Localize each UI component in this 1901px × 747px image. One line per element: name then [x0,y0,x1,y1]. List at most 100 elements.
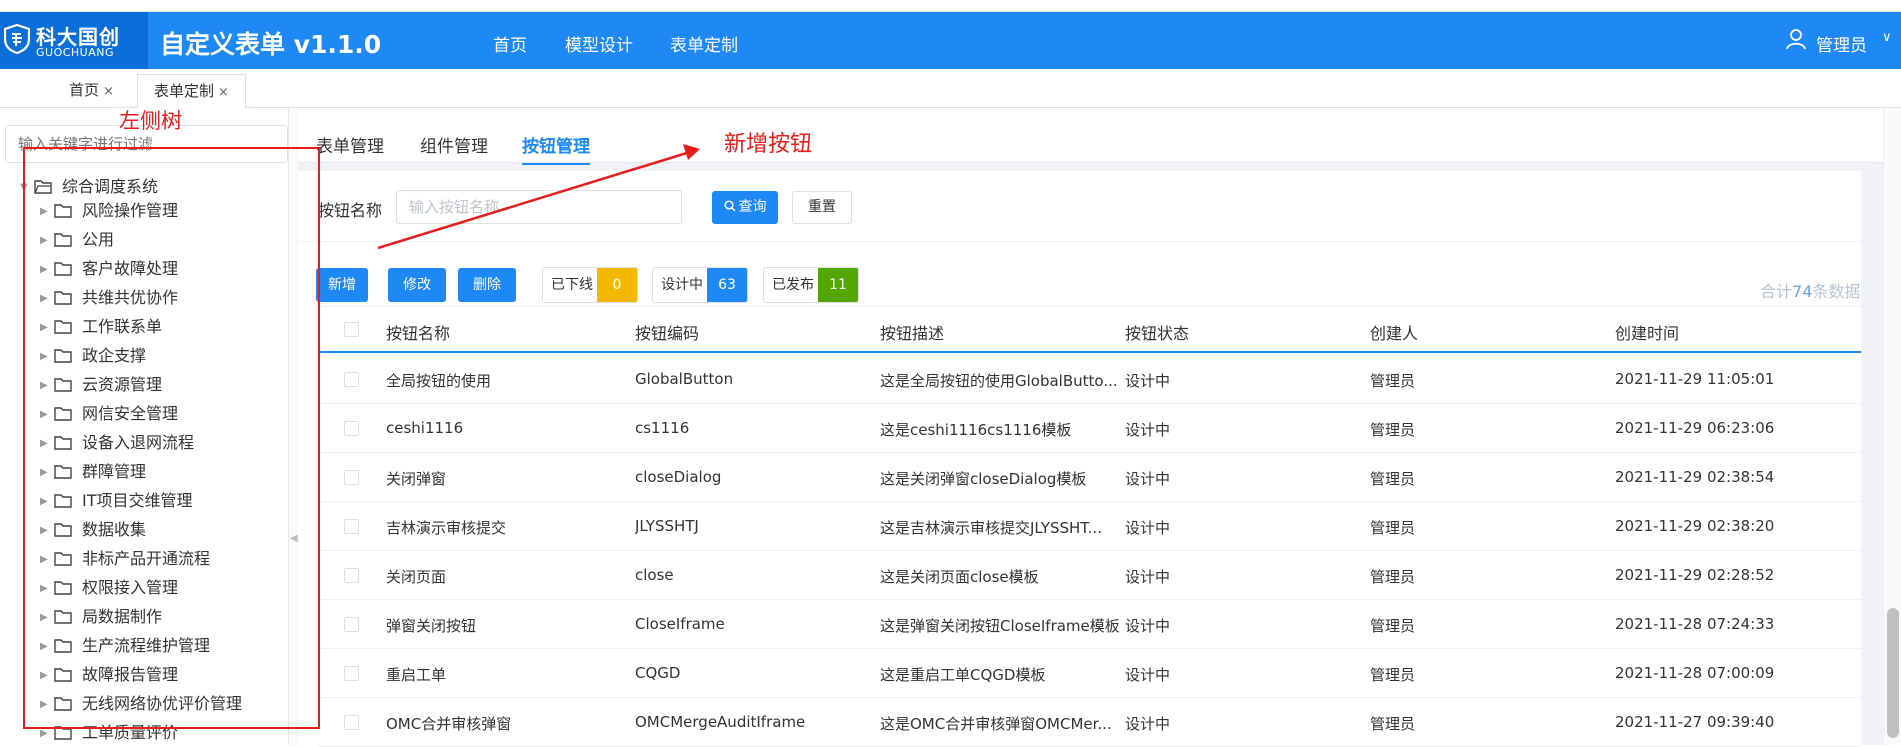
cell-created: 2021-11-29 11:05:01 [1615,370,1775,388]
cell-created: 2021-11-29 02:38:54 [1615,468,1775,486]
cell-status: 设计中 [1125,715,1171,733]
user-menu[interactable]: 管理员 [1816,31,1867,56]
cell-status: 设计中 [1125,617,1171,635]
stat-count: 63 [707,268,747,302]
annotation-box [23,147,320,729]
table-row[interactable]: 关闭页面 close 这是关闭页面close模板 设计中 管理员 2021-11-29 0… [318,551,1861,600]
tab-button-management[interactable]: 按钮管理 [522,132,590,165]
row-checkbox[interactable] [344,666,359,681]
cell-name: 重启工单 [386,666,447,684]
nav-model-design[interactable]: 模型设计 [565,31,633,56]
window-top-strip [0,0,1901,12]
cell-desc: 这是重启工单CQGD模板 [880,666,1046,684]
annotation-left-tree: 左侧树 [119,109,182,133]
cell-status: 设计中 [1125,421,1171,439]
query-button[interactable]: 查询 [712,191,778,224]
select-all-checkbox[interactable] [344,322,359,337]
col-header-created[interactable]: 创建时间 [1615,320,1679,344]
row-checkbox[interactable] [344,568,359,583]
stat-count: 0 [597,268,637,302]
table-row[interactable]: 关闭弹窗 closeDialog 这是关闭弹窗closeDialog模板 设计中 管理员… [318,453,1861,502]
tab-component-management[interactable]: 组件管理 [420,132,488,157]
table-row[interactable]: 重启工单 CQGD 这是重启工单CQGD模板 设计中 管理员 2021-11-28 07:… [318,649,1861,698]
edit-button[interactable]: 修改 [388,268,446,302]
status-badge-offline[interactable]: 已下线 0 [542,267,638,303]
cell-created: 2021-11-29 02:28:52 [1615,566,1775,584]
cell-code: OMCMergeAuditIframe [635,713,806,731]
cell-creator: 管理员 [1370,617,1416,635]
nav-form-custom[interactable]: 表单定制 [670,31,738,56]
cell-creator: 管理员 [1370,666,1416,684]
cell-desc: 这是OMC合并审核弹窗OMCMer... [880,715,1112,733]
user-icon[interactable] [1786,28,1806,50]
delete-button[interactable]: 删除 [458,268,516,302]
cell-creator: 管理员 [1370,470,1416,488]
table-row[interactable]: OMC合并审核弹窗 OMCMergeAuditIframe 这是OMC合并审核弹窗O… [318,698,1861,747]
stat-label: 已下线 [551,277,593,293]
cell-code: CloseIframe [635,615,725,633]
list-area: 新增 修改 删除 已下线 0 设计中 63 已发布 11 合计74条数据 按钮名… [298,242,1861,747]
col-header-code[interactable]: 按钮编码 [635,320,699,344]
chevron-down-icon[interactable]: ∨ [1882,30,1892,45]
logo: 科大国创 GUOCHUANG [0,12,148,69]
page-tab-form-custom[interactable]: 表单定制 × [137,74,246,108]
close-icon[interactable]: × [218,85,229,100]
annotation-add-button: 新增按钮 [724,132,813,157]
col-header-creator[interactable]: 创建人 [1370,320,1418,344]
cell-name: 弹窗关闭按钮 [386,617,477,635]
row-checkbox[interactable] [344,617,359,632]
cell-name: 关闭弹窗 [386,470,447,488]
stat-label: 已发布 [772,277,814,293]
cell-name: OMC合并审核弹窗 [386,715,512,733]
add-button[interactable]: 新增 [316,268,368,302]
col-header-desc[interactable]: 按钮描述 [880,320,944,344]
search-icon [723,200,736,212]
scrollbar-thumb[interactable] [1887,608,1899,738]
main-content: 表单管理 组件管理 按钮管理 按钮名称 查询 重置 新增 修改 删除 已下线 0… [298,108,1901,747]
page-tabs-bar: 首页 × 表单定制 × [0,69,1901,108]
table-row[interactable]: ceshi1116 cs1116 这是ceshi1116cs1116模板 设计中 管理员… [318,404,1861,453]
cell-status: 设计中 [1125,372,1171,390]
table-row[interactable]: 弹窗关闭按钮 CloseIframe 这是弹窗关闭按钮CloseIframe模板 设计… [318,600,1861,649]
search-input[interactable] [396,190,682,224]
cell-creator: 管理员 [1370,568,1416,586]
button-name-field[interactable] [397,191,681,223]
cell-desc: 这是关闭弹窗closeDialog模板 [880,470,1087,488]
cell-creator: 管理员 [1370,372,1416,390]
table-row[interactable]: 全局按钮的使用 GlobalButton 这是全局按钮的使用GlobalButto.… [318,355,1861,404]
status-badge-designing[interactable]: 设计中 63 [652,267,748,303]
status-badge-published[interactable]: 已发布 11 [763,267,859,303]
app-title: 自定义表单 v1.1.0 [160,30,382,59]
row-checkbox[interactable] [344,372,359,387]
cell-code: CQGD [635,664,681,682]
row-checkbox[interactable] [344,715,359,730]
app-header: 科大国创 GUOCHUANG 自定义表单 v1.1.0 首页 模型设计 表单定制… [0,12,1901,69]
cell-status: 设计中 [1125,666,1171,684]
cell-code: closeDialog [635,468,722,486]
cell-code: JLYSSHTJ [635,517,699,535]
row-checkbox[interactable] [344,519,359,534]
page-scrollbar[interactable] [1883,108,1901,745]
close-icon[interactable]: × [103,84,114,99]
reset-button[interactable]: 重置 [792,191,852,224]
tab-form-management[interactable]: 表单管理 [316,132,384,157]
table-row[interactable]: 吉林演示审核提交 JLYSSHTJ 这是吉林演示审核提交JLYSSHT... 设计中 管… [318,502,1861,551]
page-tab-label: 表单定制 [154,82,215,100]
cell-creator: 管理员 [1370,715,1416,733]
cell-desc: 这是关闭页面close模板 [880,568,1039,586]
cell-name: ceshi1116 [386,419,464,437]
cell-created: 2021-11-28 07:00:09 [1615,664,1775,682]
table-header: 按钮名称 按钮编码 按钮描述 按钮状态 创建人 创建时间 [318,306,1861,353]
page-tab-label: 首页 [69,81,100,99]
cell-status: 设计中 [1125,568,1171,586]
nav-home[interactable]: 首页 [493,31,527,56]
shield-logo-icon [4,24,30,54]
cell-name: 全局按钮的使用 [386,372,492,390]
cell-status: 设计中 [1125,519,1171,537]
col-header-name[interactable]: 按钮名称 [386,320,450,344]
row-checkbox[interactable] [344,470,359,485]
page-tab-home[interactable]: 首页 × [69,74,114,108]
col-header-status[interactable]: 按钮状态 [1125,320,1189,344]
row-checkbox[interactable] [344,421,359,436]
cell-desc: 这是弹窗关闭按钮CloseIframe模板 [880,617,1120,635]
